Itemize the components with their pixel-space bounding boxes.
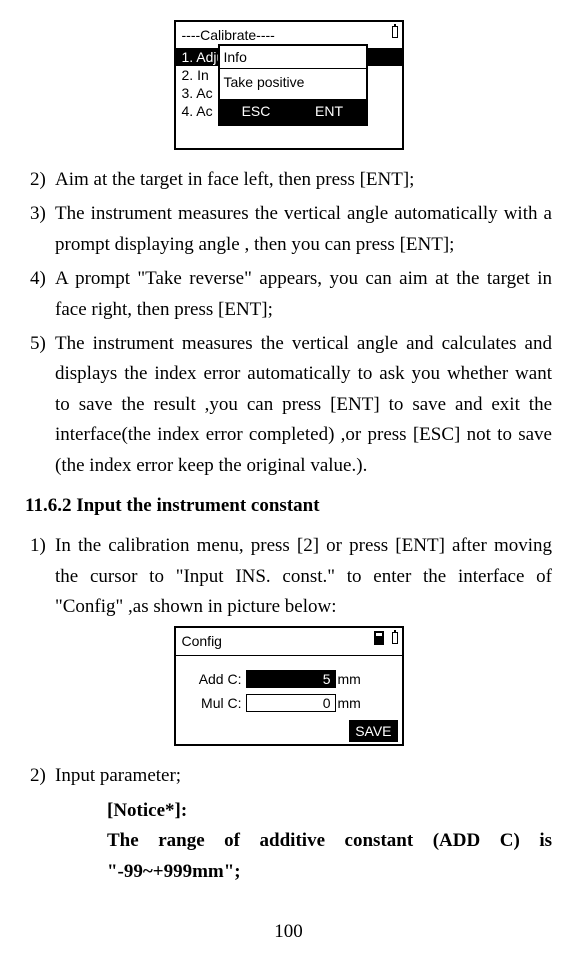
page-number: 100 bbox=[25, 917, 552, 947]
mulc-row: Mul C: 0 mm bbox=[186, 692, 392, 714]
step-5: 5) The instrument measures the vertical … bbox=[25, 329, 552, 481]
step-2: 2) Aim at the target in face left, then … bbox=[25, 165, 552, 195]
step-text: The instrument measures the vertical ang… bbox=[55, 199, 552, 260]
step2-2: 2) Input parameter; bbox=[25, 761, 552, 791]
step-num: 4) bbox=[25, 264, 55, 325]
step-num: 3) bbox=[25, 199, 55, 260]
step-text: The instrument measures the vertical ang… bbox=[55, 329, 552, 481]
esc-button[interactable]: ESC bbox=[220, 99, 293, 123]
notice-text: The range of additive constant (ADD C) i… bbox=[107, 826, 552, 887]
step-text: In the calibration menu, press [2] or pr… bbox=[55, 531, 552, 622]
mulc-input[interactable]: 0 bbox=[246, 694, 336, 712]
info-popup: Info Take positive ESC ENT bbox=[218, 44, 368, 126]
save-button[interactable]: SAVE bbox=[349, 720, 397, 742]
step-num: 1) bbox=[25, 531, 55, 622]
addc-input[interactable]: 5 bbox=[246, 670, 336, 688]
section-heading: 11.6.2 Input the instrument constant bbox=[25, 491, 552, 521]
config-title: Config bbox=[182, 633, 222, 649]
info-header: Info bbox=[220, 46, 366, 69]
mulc-unit: mm bbox=[336, 692, 361, 714]
step-text: Aim at the target in face left, then pre… bbox=[55, 165, 552, 195]
ent-button[interactable]: ENT bbox=[293, 99, 366, 123]
step-num: 2) bbox=[25, 165, 55, 195]
addc-unit: mm bbox=[336, 668, 361, 690]
step-num: 5) bbox=[25, 329, 55, 481]
step-num: 2) bbox=[25, 761, 55, 791]
info-buttons: ESC ENT bbox=[220, 99, 366, 123]
step2-1: 1) In the calibration menu, press [2] or… bbox=[25, 531, 552, 622]
battery-icon bbox=[392, 632, 398, 644]
step-4: 4) A prompt "Take reverse" appears, you … bbox=[25, 264, 552, 325]
addc-row: Add C: 5 mm bbox=[186, 668, 392, 690]
step-text: A prompt "Take reverse" appears, you can… bbox=[55, 264, 552, 325]
notice-block: [Notice*]: The range of additive constan… bbox=[107, 796, 552, 887]
calibrate-screen: ----Calibrate---- 1. Adjust I.E. 2. In 3… bbox=[174, 20, 404, 150]
calibrate-title: ----Calibrate---- bbox=[182, 27, 275, 43]
battery-icon bbox=[392, 26, 398, 38]
config-body: Add C: 5 mm Mul C: 0 mm bbox=[176, 656, 402, 715]
addc-label: Add C: bbox=[186, 668, 246, 690]
step-3: 3) The instrument measures the vertical … bbox=[25, 199, 552, 260]
mulc-label: Mul C: bbox=[186, 692, 246, 714]
info-body: Take positive bbox=[220, 69, 366, 99]
card-icon bbox=[374, 631, 384, 645]
notice-title: [Notice*]: bbox=[107, 796, 552, 826]
step-text: Input parameter; bbox=[55, 761, 552, 791]
config-screen: Config Add C: 5 mm Mul C: 0 mm SAVE bbox=[174, 626, 404, 746]
config-title-bar: Config bbox=[176, 628, 402, 655]
